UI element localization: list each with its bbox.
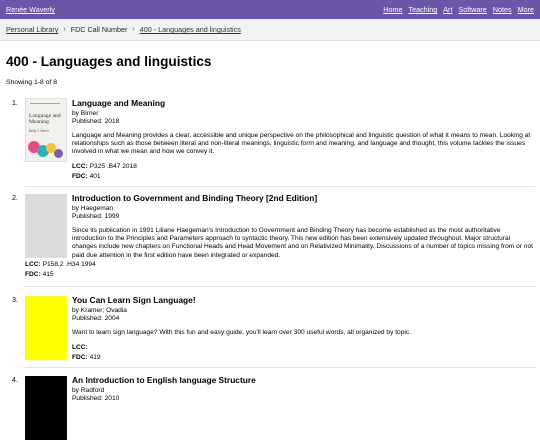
item-details: You Can Learn Sign Language! by Kramer; … [72,295,534,362]
divider [25,286,535,287]
book-classification: LCC: P158.2 .H34 1994 FDC: 415 [25,260,96,279]
breadcrumb-personal-library[interactable]: Personal Library [6,25,58,34]
book-title: Language and Meaning [72,98,166,108]
nav-more-link[interactable]: More [518,5,534,14]
lcc-value: P158.2 .H34 1994 [42,261,96,268]
book-classification: LCC: P325 .B47 2018 FDC: 401 [72,162,534,181]
item-number: 1. [12,100,18,107]
chevron-right-icon: › [63,26,66,33]
breadcrumb: Personal Library › FDC Call Number › 400… [0,19,540,41]
book-published: Published: 1999 [72,213,120,220]
nav-teaching-link[interactable]: Teaching [408,5,437,14]
top-nav-bar: Renée Waverly Home Teaching Art Software… [0,0,540,19]
book-cover-placeholder[interactable] [25,296,67,360]
book-cover-image[interactable]: Language and Meaning Betty J. Birner [25,98,67,162]
divider [25,186,535,187]
fdc-label: FDC: [72,354,88,362]
book-published: Published: 2018 [72,118,120,125]
book-description: Language and Meaning provides a clear, a… [72,132,531,156]
book-title: An Introduction to English language Stru… [72,375,256,385]
book-cover-placeholder[interactable] [25,194,67,258]
fdc-label: FDC: [25,271,41,278]
list-item: 3. You Can Learn Sign Language! by Krame… [0,295,540,365]
breadcrumb-current-category[interactable]: 400 - Languages and linguistics [140,25,241,34]
item-details: Introduction to Government and Binding T… [72,193,534,260]
book-description: Since its publication in 1991 Liliane Ha… [72,227,533,259]
site-name-link[interactable]: Renée Waverly [6,5,55,14]
divider [25,367,535,368]
book-published: Published: 2010 [72,395,120,402]
list-item: 1. Language and Meaning Betty J. Birner … [0,96,540,186]
item-number: 4. [12,377,18,384]
lcc-value: P325 .B47 2018 [89,162,137,170]
book-published: Published: 2004 [72,315,120,322]
nav-home-link[interactable]: Home [383,5,402,14]
book-cover-placeholder[interactable] [25,376,67,440]
nav-notes-link[interactable]: Notes [493,5,512,14]
lcc-label: LCC: [72,162,88,170]
list-item: 4. An Introduction to English language S… [0,375,540,440]
book-title: Introduction to Government and Binding T… [72,193,318,203]
lcc-label: LCC: [72,344,88,352]
fdc-value: 415 [42,271,54,278]
item-number: 2. [12,195,18,202]
book-author: by Haegeman [72,205,114,212]
chevron-right-icon: › [132,26,135,33]
top-nav-links: Home Teaching Art Software Notes More [383,5,534,14]
item-number: 3. [12,297,18,304]
book-description: Want to learn sign language? With this f… [72,329,411,336]
book-author: by Radford [72,387,105,394]
cover-author: Betty J. Birner [29,129,50,133]
nav-software-link[interactable]: Software [458,5,486,14]
item-details: Language and Meaning by Birner Published… [72,98,534,181]
item-details: An Introduction to English language Stru… [72,375,534,403]
book-author: by Kramer; Ovadia [72,307,127,314]
list-item: 2. Introduction to Government and Bindin… [0,193,540,284]
book-author: by Birner [72,110,99,117]
cover-title: Language and Meaning [29,113,61,125]
nav-art-link[interactable]: Art [443,5,452,14]
fdc-value: 419 [89,354,101,362]
book-title: You Can Learn Sign Language! [72,295,196,305]
results-count: Showing 1-8 of 8 [6,79,58,86]
fdc-value: 401 [89,172,101,180]
book-classification: LCC: FDC: 419 [72,343,534,362]
breadcrumb-fdc-call-number: FDC Call Number [70,25,128,34]
fdc-label: FDC: [72,172,88,180]
lcc-label: LCC: [25,261,41,268]
page-title: 400 - Languages and linguistics [6,54,212,69]
